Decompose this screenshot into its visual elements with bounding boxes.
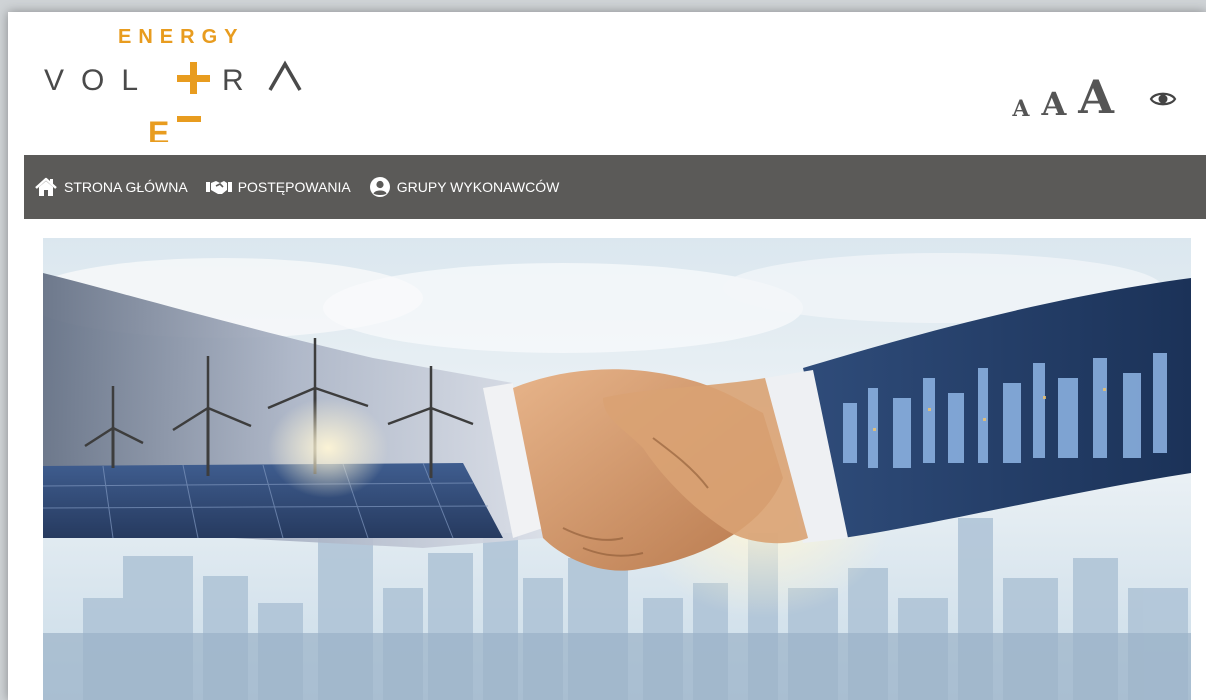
site-header: ENERGY VOL R E A A A [8,12,1206,154]
nav-item-proceedings[interactable]: POSTĘPOWANIA [205,178,351,196]
font-size-small-button[interactable]: A [1012,98,1029,120]
svg-text:R: R [222,64,261,97]
user-circle-icon [369,177,390,197]
nav-item-home[interactable]: STRONA GŁÓWNA [34,177,188,197]
nav-item-contractor-groups-label: GRUPY WYKONAWCÓW [396,179,560,195]
eye-icon[interactable] [1148,84,1178,114]
logo-mark: ENERGY VOL R E [44,26,302,142]
svg-text:E: E [148,115,169,142]
font-size-large-button[interactable]: A [1078,74,1114,120]
main-navigation: STRONA GŁÓWNA POSTĘPOWANIA GRUPY WYKONAW… [24,155,1206,219]
logo-energy-text: ENERGY [118,26,244,48]
accessibility-controls: A A A [1012,70,1178,120]
font-size-medium-button[interactable]: A [1041,88,1066,120]
home-icon [35,177,57,196]
hero-illustration [43,238,1191,700]
site-logo[interactable]: ENERGY VOL R E [44,22,344,142]
hero-banner-image [43,238,1191,700]
nav-item-proceedings-label: POSTĘPOWANIA [237,179,351,195]
logo-vol-text: VOL [44,64,155,97]
nav-item-home-label: STRONA GŁÓWNA [64,179,188,195]
nav-item-contractor-groups[interactable]: GRUPY WYKONAWCÓW [369,176,560,198]
browser-window: ENERGY VOL R E A A A STRONA GŁÓWNA POSTĘ… [8,12,1206,700]
handshake-icon [205,181,232,194]
